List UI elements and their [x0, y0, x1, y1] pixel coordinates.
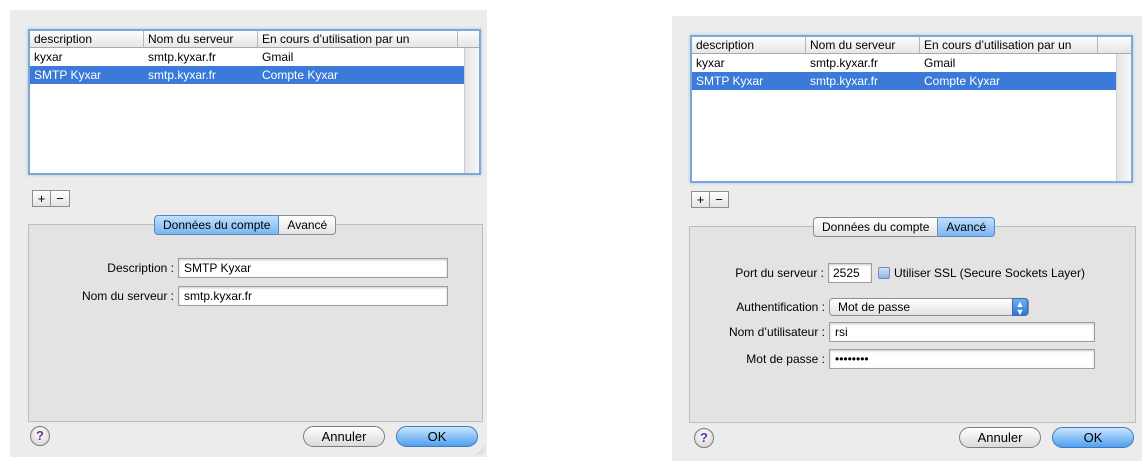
- cancel-button[interactable]: Annuler: [959, 427, 1041, 448]
- add-remove-group: + −: [691, 191, 729, 208]
- username-label: Nom d’utilisateur :: [728, 325, 825, 339]
- table-row-selected[interactable]: SMTP Kyxar smtp.kyxar.fr Compte Kyxar: [30, 66, 464, 84]
- cell-description: kyxar: [34, 50, 63, 64]
- server-port-field[interactable]: 2525: [828, 263, 872, 283]
- table-header: description Nom du serveur En cours d’ut…: [692, 37, 1131, 54]
- ok-button[interactable]: OK: [396, 426, 478, 447]
- settings-tabs: Données du compte Avancé: [813, 217, 996, 237]
- column-header-server[interactable]: Nom du serveur: [806, 37, 920, 54]
- cell-description: SMTP Kyxar: [696, 74, 764, 88]
- help-icon[interactable]: ?: [30, 426, 50, 446]
- cell-in-use: Compte Kyxar: [924, 74, 1001, 88]
- cell-server: smtp.kyxar.fr: [148, 68, 217, 82]
- tab-account-info[interactable]: Données du compte: [813, 217, 939, 237]
- settings-tabs: Données du compte Avancé: [154, 215, 337, 235]
- cell-in-use: Gmail: [262, 50, 294, 64]
- authentication-select[interactable]: Mot de passe ▲ ▼: [829, 298, 1029, 317]
- tab-account-info[interactable]: Données du compte: [154, 215, 280, 235]
- add-remove-group: + −: [32, 190, 70, 207]
- authentication-value: Mot de passe: [838, 300, 911, 314]
- popup-arrows-icon: ▲ ▼: [1012, 298, 1028, 317]
- cell-in-use: Gmail: [924, 56, 956, 70]
- table-row[interactable]: kyxar smtp.kyxar.fr Gmail: [30, 48, 464, 66]
- settings-panel: [28, 224, 483, 422]
- description-label: Description :: [107, 261, 174, 275]
- cell-description: SMTP Kyxar: [34, 68, 102, 82]
- cell-in-use: Compte Kyxar: [262, 68, 339, 82]
- server-name-row: Nom du serveur : smtp.kyxar.fr: [62, 286, 448, 306]
- server-name-field[interactable]: smtp.kyxar.fr: [178, 286, 448, 306]
- cell-server: smtp.kyxar.fr: [810, 56, 879, 70]
- column-header-in-use[interactable]: En cours d’utilisation par un: [920, 37, 1098, 54]
- cell-server: smtp.kyxar.fr: [810, 74, 879, 88]
- password-label: Mot de passe :: [746, 352, 825, 366]
- smtp-dialog-account: description Nom du serveur En cours d’ut…: [10, 10, 487, 457]
- help-icon[interactable]: ?: [694, 428, 714, 448]
- tab-advanced[interactable]: Avancé: [279, 215, 337, 235]
- add-server-button[interactable]: +: [32, 190, 51, 207]
- table-row-selected[interactable]: SMTP Kyxar smtp.kyxar.fr Compte Kyxar: [692, 72, 1116, 90]
- column-header-in-use[interactable]: En cours d’utilisation par un: [258, 31, 458, 48]
- server-table[interactable]: description Nom du serveur En cours d’ut…: [690, 35, 1133, 183]
- use-ssl-label[interactable]: Utiliser SSL (Secure Sockets Layer): [894, 266, 1085, 280]
- password-field[interactable]: ••••••••: [829, 349, 1095, 369]
- username-field[interactable]: rsi: [829, 322, 1095, 342]
- remove-server-button[interactable]: −: [710, 191, 729, 208]
- cancel-button[interactable]: Annuler: [303, 426, 385, 447]
- password-row: Mot de passe : ••••••••: [714, 349, 1095, 369]
- column-header-server[interactable]: Nom du serveur: [144, 31, 258, 48]
- column-header-description[interactable]: description: [692, 37, 806, 54]
- table-header: description Nom du serveur En cours d’ut…: [30, 31, 479, 48]
- ok-button[interactable]: OK: [1052, 427, 1134, 448]
- cell-description: kyxar: [696, 56, 725, 70]
- use-ssl-checkbox[interactable]: [878, 267, 890, 279]
- add-server-button[interactable]: +: [691, 191, 710, 208]
- resize-grip-icon[interactable]: [475, 445, 485, 455]
- table-row[interactable]: kyxar smtp.kyxar.fr Gmail: [692, 54, 1116, 72]
- server-name-label: Nom du serveur :: [81, 289, 174, 303]
- server-port-label: Port du serveur :: [735, 266, 824, 280]
- authentication-label: Authentification :: [736, 300, 825, 314]
- smtp-dialog-advanced: description Nom du serveur En cours d’ut…: [672, 16, 1142, 461]
- description-row: Description : SMTP Kyxar: [80, 258, 448, 278]
- table-scrollbar[interactable]: [1116, 54, 1131, 181]
- column-header-description[interactable]: description: [30, 31, 144, 48]
- server-table[interactable]: description Nom du serveur En cours d’ut…: [28, 29, 481, 175]
- authentication-row: Authentification : Mot de passe ▲ ▼: [714, 298, 1029, 317]
- table-scrollbar[interactable]: [464, 48, 479, 173]
- remove-server-button[interactable]: −: [51, 190, 70, 207]
- cell-server: smtp.kyxar.fr: [148, 50, 217, 64]
- server-port-row: Port du serveur : 2525 Utiliser SSL (Sec…: [732, 263, 1085, 283]
- username-row: Nom d’utilisateur : rsi: [714, 322, 1095, 342]
- description-field[interactable]: SMTP Kyxar: [178, 258, 448, 278]
- tab-advanced[interactable]: Avancé: [938, 217, 996, 237]
